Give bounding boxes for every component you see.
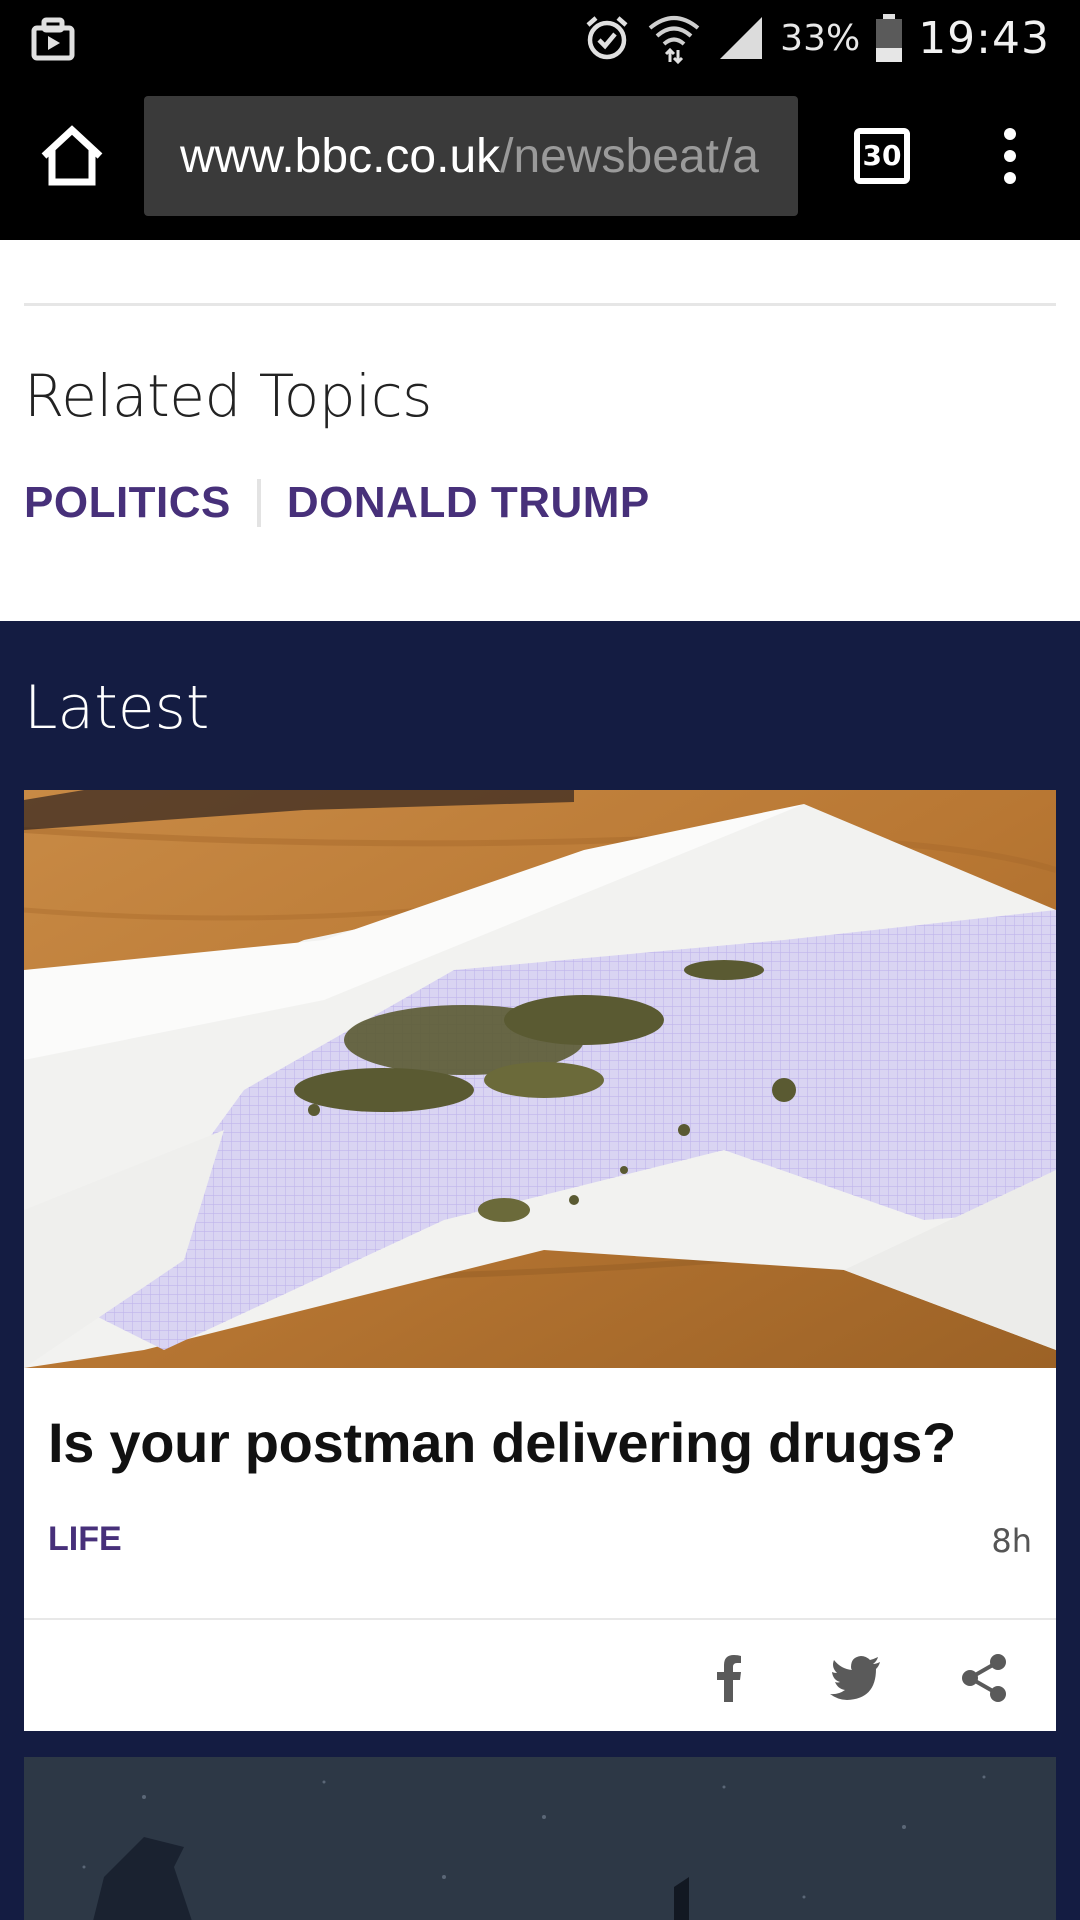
alarm-icon (586, 16, 628, 60)
url-path: /newsbeat/a (500, 129, 759, 183)
browser-toolbar: www.bbc.co.uk/newsbeat/a 30 (0, 76, 1080, 240)
latest-section: Latest Is your postman delivering drugs?… (0, 621, 1080, 1920)
home-button[interactable] (38, 122, 106, 190)
share-icon[interactable] (956, 1650, 1012, 1706)
status-bar: 33% 19:43 (0, 0, 1080, 76)
topic-link-donald-trump[interactable]: DONALD TRUMP (287, 478, 650, 528)
article-card[interactable]: Is your postman delivering drugs? LIFE 8… (24, 790, 1056, 1731)
share-row (24, 1620, 1056, 1731)
url-bar[interactable]: www.bbc.co.uk/newsbeat/a (144, 96, 798, 216)
clock: 19:43 (918, 12, 1050, 64)
article-tag[interactable]: LIFE (48, 1520, 122, 1559)
battery-percentage: 33% (780, 17, 861, 59)
article-time: 8h (991, 1522, 1032, 1560)
battery-icon (876, 14, 903, 62)
facebook-icon[interactable] (702, 1650, 758, 1706)
signal-icon (720, 17, 763, 59)
url-host: www.bbc.co.uk (180, 129, 501, 183)
wifi-icon (648, 16, 700, 65)
section-divider (24, 303, 1056, 306)
article-title[interactable]: Is your postman delivering drugs? (48, 1410, 1038, 1475)
related-topics-heading: Related Topics (24, 362, 432, 430)
article-image[interactable] (24, 790, 1056, 1368)
next-article-image[interactable] (24, 1757, 1056, 1920)
topic-link-politics[interactable]: POLITICS (24, 478, 231, 528)
latest-heading: Latest (24, 673, 210, 743)
tabs-button[interactable]: 30 (854, 128, 910, 184)
home-icon (41, 125, 103, 186)
twitter-icon[interactable] (828, 1650, 884, 1706)
media-icon (28, 14, 78, 64)
topic-separator (256, 479, 261, 527)
tab-count: 30 (862, 139, 902, 172)
related-topics-list: POLITICS DONALD TRUMP (24, 478, 650, 528)
overflow-menu-icon[interactable] (986, 122, 1034, 190)
